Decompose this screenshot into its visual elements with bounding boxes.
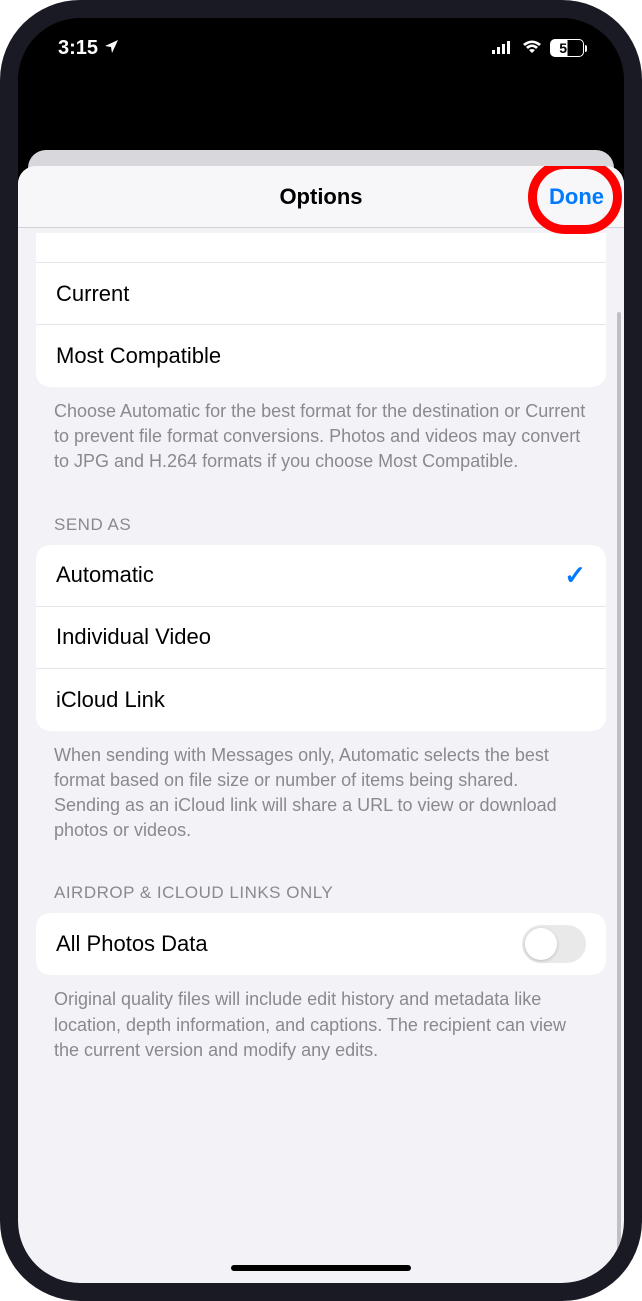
checkmark-icon: ✓ bbox=[564, 233, 586, 240]
format-footer: Choose Automatic for the best format for… bbox=[36, 387, 606, 475]
format-row-current[interactable]: Current bbox=[36, 263, 606, 325]
row-label: Individual Video bbox=[56, 624, 211, 650]
format-row-most-compatible[interactable]: Most Compatible bbox=[36, 325, 606, 387]
format-group: Automatic ✓ Current Most Compatible Choo… bbox=[36, 233, 606, 475]
status-time: 3:15 bbox=[58, 37, 98, 60]
options-sheet: Options Done Automatic ✓ Curren bbox=[18, 166, 624, 1283]
format-list: Automatic ✓ Current Most Compatible bbox=[36, 233, 606, 387]
phone-screen: 3:15 52 Options Done bbox=[18, 18, 624, 1283]
send-as-row-individual-video[interactable]: Individual Video bbox=[36, 607, 606, 669]
checkmark-icon: ✓ bbox=[564, 560, 586, 591]
toggle-knob bbox=[525, 928, 557, 960]
row-label: Automatic bbox=[56, 562, 154, 588]
modal-backdrop: Options Done Automatic ✓ Curren bbox=[18, 78, 624, 1283]
send-as-footer: When sending with Messages only, Automat… bbox=[36, 731, 606, 844]
airdrop-header: AIRDROP & ICLOUD LINKS ONLY bbox=[36, 849, 606, 913]
send-as-row-automatic[interactable]: Automatic ✓ bbox=[36, 545, 606, 607]
format-row-automatic[interactable]: Automatic ✓ bbox=[36, 233, 606, 263]
send-as-header: SEND AS bbox=[36, 481, 606, 545]
wifi-icon bbox=[522, 37, 542, 60]
page-title: Options bbox=[279, 184, 362, 210]
done-button[interactable]: Done bbox=[549, 184, 604, 210]
cellular-signal-icon bbox=[492, 37, 514, 60]
battery-icon: 52 bbox=[550, 39, 584, 57]
send-as-group: SEND AS Automatic ✓ Individual Video iCl… bbox=[36, 481, 606, 844]
battery-level: 52 bbox=[559, 40, 575, 56]
phone-frame: 3:15 52 Options Done bbox=[0, 0, 642, 1301]
row-label: Current bbox=[56, 281, 129, 307]
scrollbar[interactable] bbox=[617, 312, 621, 1283]
home-indicator[interactable] bbox=[231, 1265, 411, 1271]
send-as-list: Automatic ✓ Individual Video iCloud Link bbox=[36, 545, 606, 731]
location-arrow-icon bbox=[104, 37, 120, 60]
airdrop-footer: Original quality files will include edit… bbox=[36, 975, 606, 1063]
row-label: Most Compatible bbox=[56, 343, 221, 369]
nav-bar: Options Done bbox=[18, 166, 624, 228]
scroll-area[interactable]: Automatic ✓ Current Most Compatible Choo… bbox=[18, 228, 624, 1283]
airdrop-row-all-photos-data[interactable]: All Photos Data bbox=[36, 913, 606, 975]
all-photos-data-toggle[interactable] bbox=[522, 925, 586, 963]
dynamic-island bbox=[246, 32, 396, 74]
airdrop-list: All Photos Data bbox=[36, 913, 606, 975]
row-label: iCloud Link bbox=[56, 687, 165, 713]
airdrop-group: AIRDROP & ICLOUD LINKS ONLY All Photos D… bbox=[36, 849, 606, 1063]
send-as-row-icloud-link[interactable]: iCloud Link bbox=[36, 669, 606, 731]
row-label: All Photos Data bbox=[56, 931, 208, 957]
